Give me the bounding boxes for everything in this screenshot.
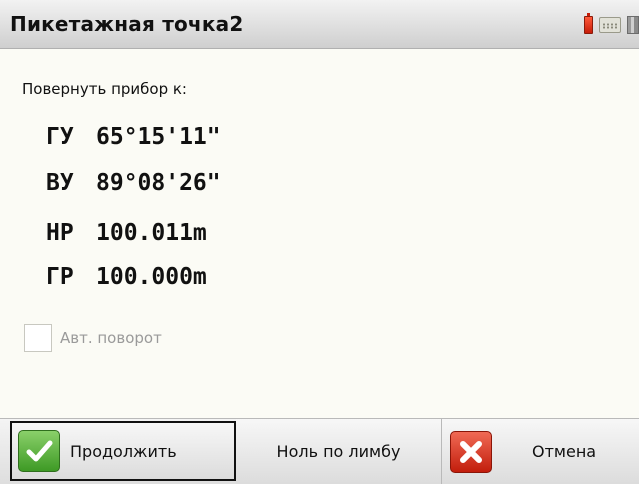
horizontal-distance-row: ГР 100.000m [46, 264, 207, 290]
cancel-button[interactable]: Отмена [442, 419, 639, 484]
checkmark-icon [18, 430, 60, 472]
measurement-value: 100.000m [96, 264, 207, 290]
horizontal-angle-row: ГУ 65°15'11" [46, 124, 221, 150]
measurement-value: 89°08'26" [96, 170, 221, 196]
continue-label: Продолжить [70, 441, 177, 461]
connection-icon[interactable] [627, 16, 639, 34]
system-tray [584, 13, 639, 36]
auto-rotate-label: Авт. поворот [60, 329, 162, 347]
close-icon [450, 430, 492, 473]
cancel-label: Отмена [532, 442, 597, 461]
vertical-angle-row: ВУ 89°08'26" [46, 170, 221, 196]
measurement-value: 100.011m [96, 220, 207, 246]
measurement-value: 65°15'11" [96, 124, 221, 150]
rotate-instrument-prompt: Повернуть прибор к: [22, 80, 187, 98]
continue-button[interactable]: Продолжить [10, 421, 236, 481]
action-bar: Продолжить Ноль по лимбу Отмена [0, 418, 639, 484]
window-title: Пикетажная точка2 [10, 12, 244, 36]
auto-rotate-checkbox[interactable] [24, 324, 52, 352]
measurement-label: НР [46, 220, 74, 246]
measurement-label: ГУ [46, 124, 74, 150]
measurement-label: ВУ [46, 170, 74, 196]
battery-icon[interactable] [584, 13, 593, 34]
slope-distance-row: НР 100.011m [46, 220, 207, 246]
keyboard-icon[interactable] [599, 17, 621, 33]
auto-rotate-option: Авт. поворот [24, 324, 162, 352]
stakeout-point-dialog: Пикетажная точка2 Повернуть прибор к: ГУ… [0, 0, 639, 484]
title-bar: Пикетажная точка2 [0, 0, 639, 49]
measurement-label: ГР [46, 264, 74, 290]
zero-limb-button[interactable]: Ноль по лимбу [236, 419, 442, 484]
zero-limb-label: Ноль по лимбу [276, 442, 401, 461]
